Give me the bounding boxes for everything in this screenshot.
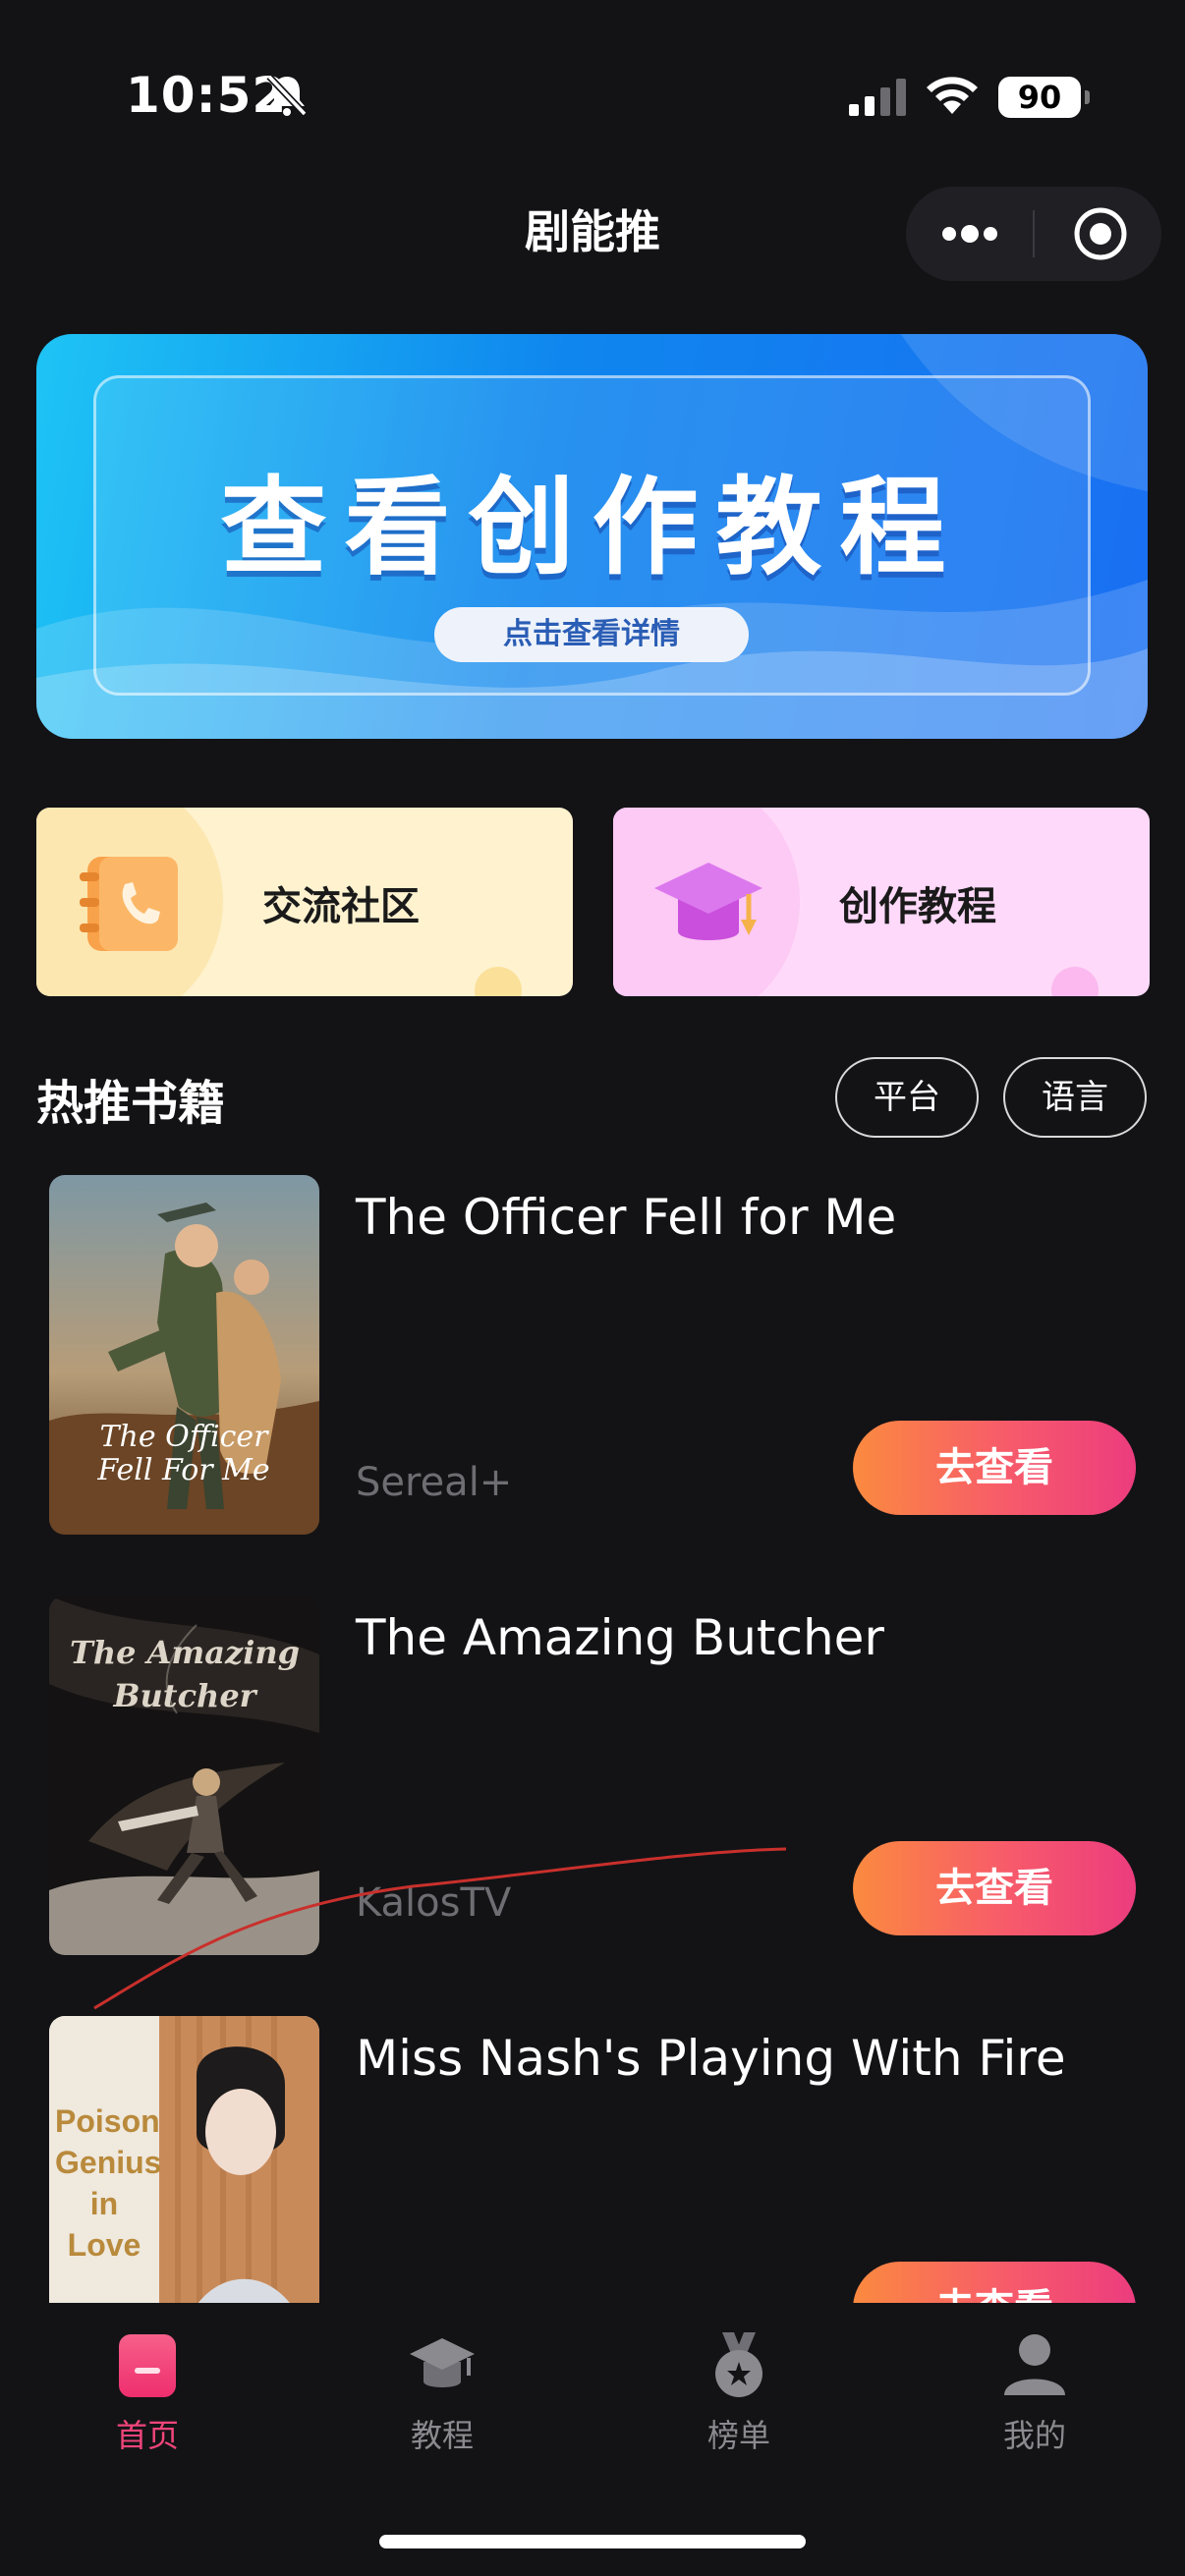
book-title[interactable]: The Amazing Butcher <box>356 1609 884 1666</box>
graduation-cap-icon <box>410 2338 475 2387</box>
bell-off-icon <box>266 74 308 117</box>
book-item[interactable]: The Officer Fell For Me The Officer Fell… <box>0 1175 1185 1548</box>
book-item[interactable]: The Amazing Butcher The Amazing Butcher … <box>0 1596 1185 1969</box>
tab-tutorial-label: 教程 <box>410 2417 474 2454</box>
tab-ranking[interactable]: 榜单 <box>641 2330 837 2456</box>
tutorial-entry-label: 创作教程 <box>839 884 996 929</box>
platform-filter-button[interactable]: 平台 <box>835 1057 979 1138</box>
book-cover[interactable]: The Amazing Butcher <box>49 1596 319 1955</box>
wifi-icon <box>927 77 978 114</box>
book-platform: KalosTV <box>356 1880 512 1926</box>
tab-home[interactable]: 首页 <box>49 2330 246 2456</box>
user-icon <box>1004 2334 1065 2395</box>
banner-detail-button[interactable]: 点击查看详情 <box>434 607 749 662</box>
capsule-divider <box>1033 210 1035 257</box>
community-entry-label: 交流社区 <box>262 884 420 929</box>
view-button[interactable]: 去查看 <box>853 1841 1136 1935</box>
section-title: 热推书籍 <box>36 1076 226 1131</box>
home-icon <box>119 2334 176 2397</box>
banner-title: 查看创作教程 <box>220 467 964 589</box>
tab-mine[interactable]: 我的 <box>936 2330 1133 2456</box>
book-cover[interactable]: The Officer Fell For Me <box>49 1175 319 1535</box>
medal-icon <box>715 2332 762 2397</box>
home-indicator <box>379 2535 806 2548</box>
book-title[interactable]: The Officer Fell for Me <box>356 1189 896 1246</box>
contact-book-icon <box>80 857 178 951</box>
cover-text: The Officer Fell For Me <box>97 1420 270 1487</box>
entry-dot-decoration <box>475 967 522 996</box>
tab-mine-label: 我的 <box>1002 2417 1066 2454</box>
tab-tutorial[interactable]: 教程 <box>344 2330 540 2456</box>
entry-dot-decoration <box>1051 967 1099 996</box>
target-icon[interactable] <box>1071 204 1130 263</box>
tutorial-entry[interactable]: 创作教程 <box>613 808 1150 996</box>
community-entry[interactable]: 交流社区 <box>36 808 573 996</box>
view-button[interactable]: 去查看 <box>853 1421 1136 1515</box>
battery-icon: 90 <box>998 77 1090 118</box>
cover-text: The Amazing Butcher <box>70 1634 300 1714</box>
tutorial-banner[interactable]: 查看创作教程 点击查看详情 <box>36 334 1148 739</box>
graduation-cap-icon <box>654 863 762 940</box>
tab-ranking-label: 榜单 <box>706 2417 770 2454</box>
book-platform: Sereal+ <box>356 1460 513 1505</box>
tab-home-label: 首页 <box>115 2417 179 2454</box>
status-bar: 10:52 90 <box>0 0 1185 187</box>
signal-icon <box>849 79 906 116</box>
cover-text: Poison Genius in Love <box>55 2103 162 2263</box>
status-time: 10:52 <box>126 67 288 124</box>
more-icon[interactable] <box>935 212 1004 255</box>
book-title[interactable]: Miss Nash's Playing With Fire <box>356 2030 1066 2087</box>
mini-program-capsule <box>906 187 1161 281</box>
language-filter-button[interactable]: 语言 <box>1003 1057 1147 1138</box>
